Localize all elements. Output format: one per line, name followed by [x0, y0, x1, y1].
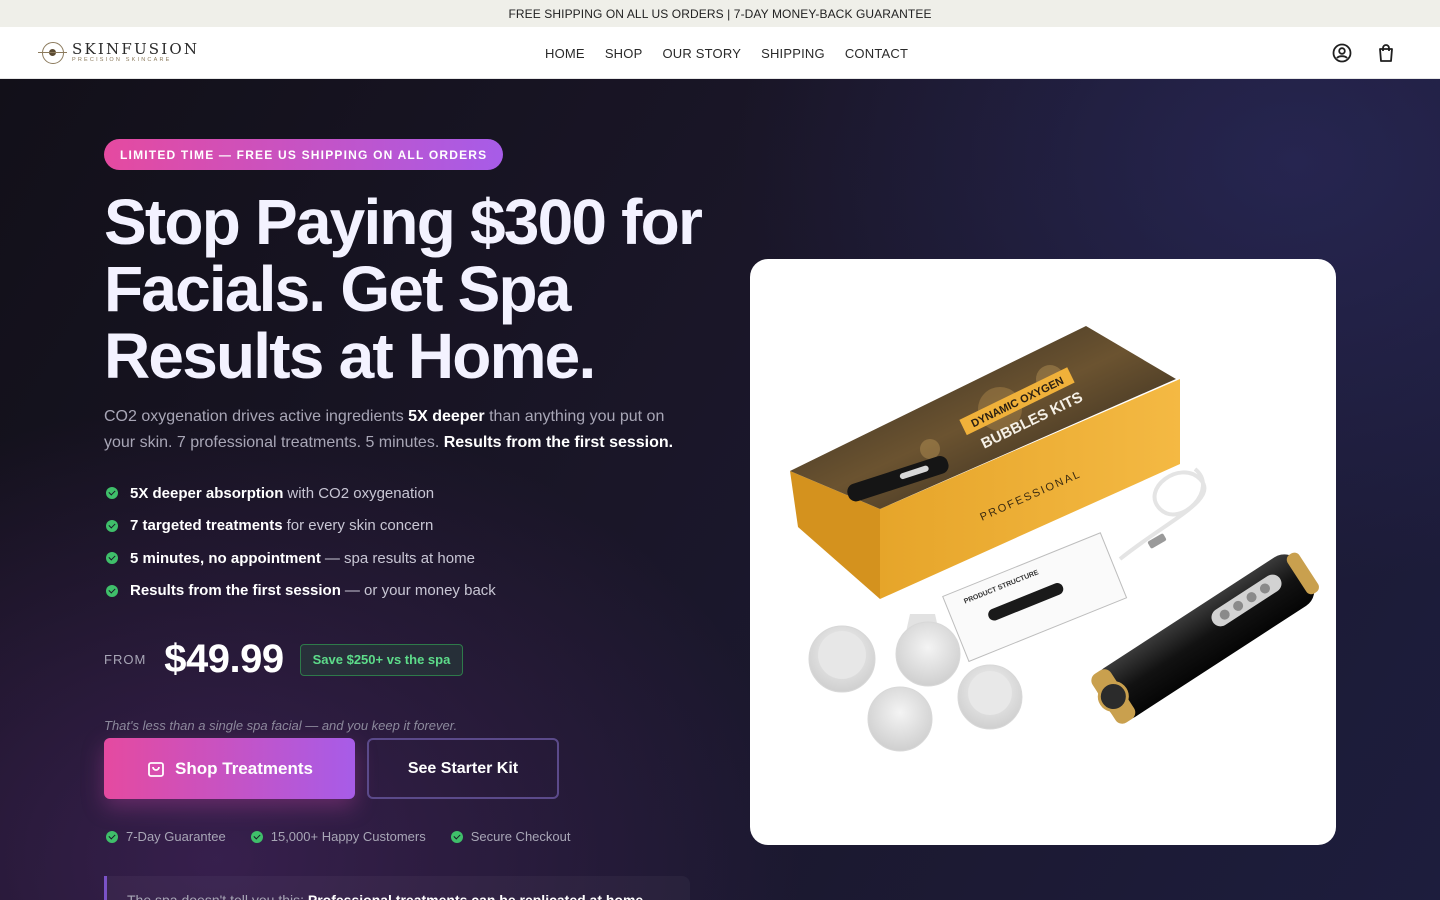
- announcement-bar: FREE SHIPPING ON ALL US ORDERS | 7-DAY M…: [0, 0, 1440, 27]
- logo[interactable]: SKINFUSION PRECISION SKINCARE: [38, 41, 199, 64]
- hero-section: LIMITED TIME — FREE US SHIPPING ON ALL O…: [0, 79, 1440, 900]
- check-icon: [250, 830, 263, 843]
- shopping-bag-icon: [148, 761, 164, 777]
- logo-mark-icon: [38, 41, 67, 64]
- price: $49.99: [164, 637, 284, 681]
- site-header: SKINFUSION PRECISION SKINCARE HOME SHOP …: [0, 27, 1440, 79]
- nav-our-story[interactable]: OUR STORY: [652, 46, 751, 61]
- promo-badge: LIMITED TIME — FREE US SHIPPING ON ALL O…: [104, 139, 504, 170]
- check-icon: [106, 519, 118, 532]
- see-starter-kit-label: See Starter Kit: [407, 759, 519, 777]
- nav-shipping[interactable]: SHIPPING: [751, 46, 835, 61]
- savings-badge: Save $250+ vs the spa: [299, 643, 464, 676]
- list-item: Results from the first session — or your …: [106, 575, 496, 608]
- main-nav: HOME SHOP OUR STORY SHIPPING CONTACT: [535, 27, 918, 79]
- shop-treatments-label: Shop Treatments: [175, 758, 313, 778]
- announcement-text: FREE SHIPPING ON ALL US ORDERS | 7-DAY M…: [508, 6, 932, 21]
- cart-icon[interactable]: [1375, 42, 1397, 64]
- see-starter-kit-button[interactable]: See Starter Kit: [367, 738, 559, 799]
- check-icon: [106, 552, 118, 565]
- nav-home[interactable]: HOME: [535, 46, 595, 61]
- price-note: That's less than a single spa facial — a…: [104, 718, 458, 733]
- callout-box: The spa doesn't tell you this: Professio…: [104, 876, 690, 900]
- logo-text: SKINFUSION PRECISION SKINCARE: [72, 41, 199, 64]
- check-icon: [106, 487, 118, 500]
- check-icon: [106, 830, 118, 843]
- trust-item: 7-Day Guarantee: [106, 829, 226, 844]
- benefit-list: 5X deeper absorption with CO2 oxygenation…: [106, 477, 496, 607]
- list-item: 7 targeted treatments for every skin conc…: [106, 510, 496, 543]
- check-icon: [106, 584, 118, 597]
- hero-subheadline: CO2 oxygenation drives active ingredient…: [104, 408, 674, 451]
- list-item: 5 minutes, no appointment — spa results a…: [106, 542, 496, 575]
- check-icon: [450, 830, 463, 843]
- logo-tagline: PRECISION SKINCARE: [72, 57, 172, 63]
- product-kit-illustration: DYNAMIC OXYGEN BUBBLES KITS PROFESSIONAL…: [790, 326, 1319, 752]
- price-row: FROM $49.99 Save $250+ vs the spa: [104, 637, 464, 682]
- trust-item: Secure Checkout: [450, 829, 570, 844]
- nav-shop[interactable]: SHOP: [595, 46, 653, 61]
- product-image: DYNAMIC OXYGEN BUBBLES KITS PROFESSIONAL…: [750, 259, 1336, 845]
- account-icon[interactable]: [1331, 42, 1353, 64]
- hero-headline: Stop Paying $300 for Facials. Get Spa Re…: [104, 186, 703, 392]
- trust-item: 15,000+ Happy Customers: [250, 829, 426, 844]
- price-prefix: FROM: [104, 652, 147, 667]
- shop-treatments-button[interactable]: Shop Treatments: [104, 738, 355, 799]
- list-item: 5X deeper absorption with CO2 oxygenation: [106, 477, 496, 510]
- trust-row: 7-Day Guarantee 15,000+ Happy Customers …: [106, 829, 595, 844]
- logo-name: SKINFUSION: [72, 40, 200, 58]
- nav-contact[interactable]: CONTACT: [835, 46, 918, 61]
